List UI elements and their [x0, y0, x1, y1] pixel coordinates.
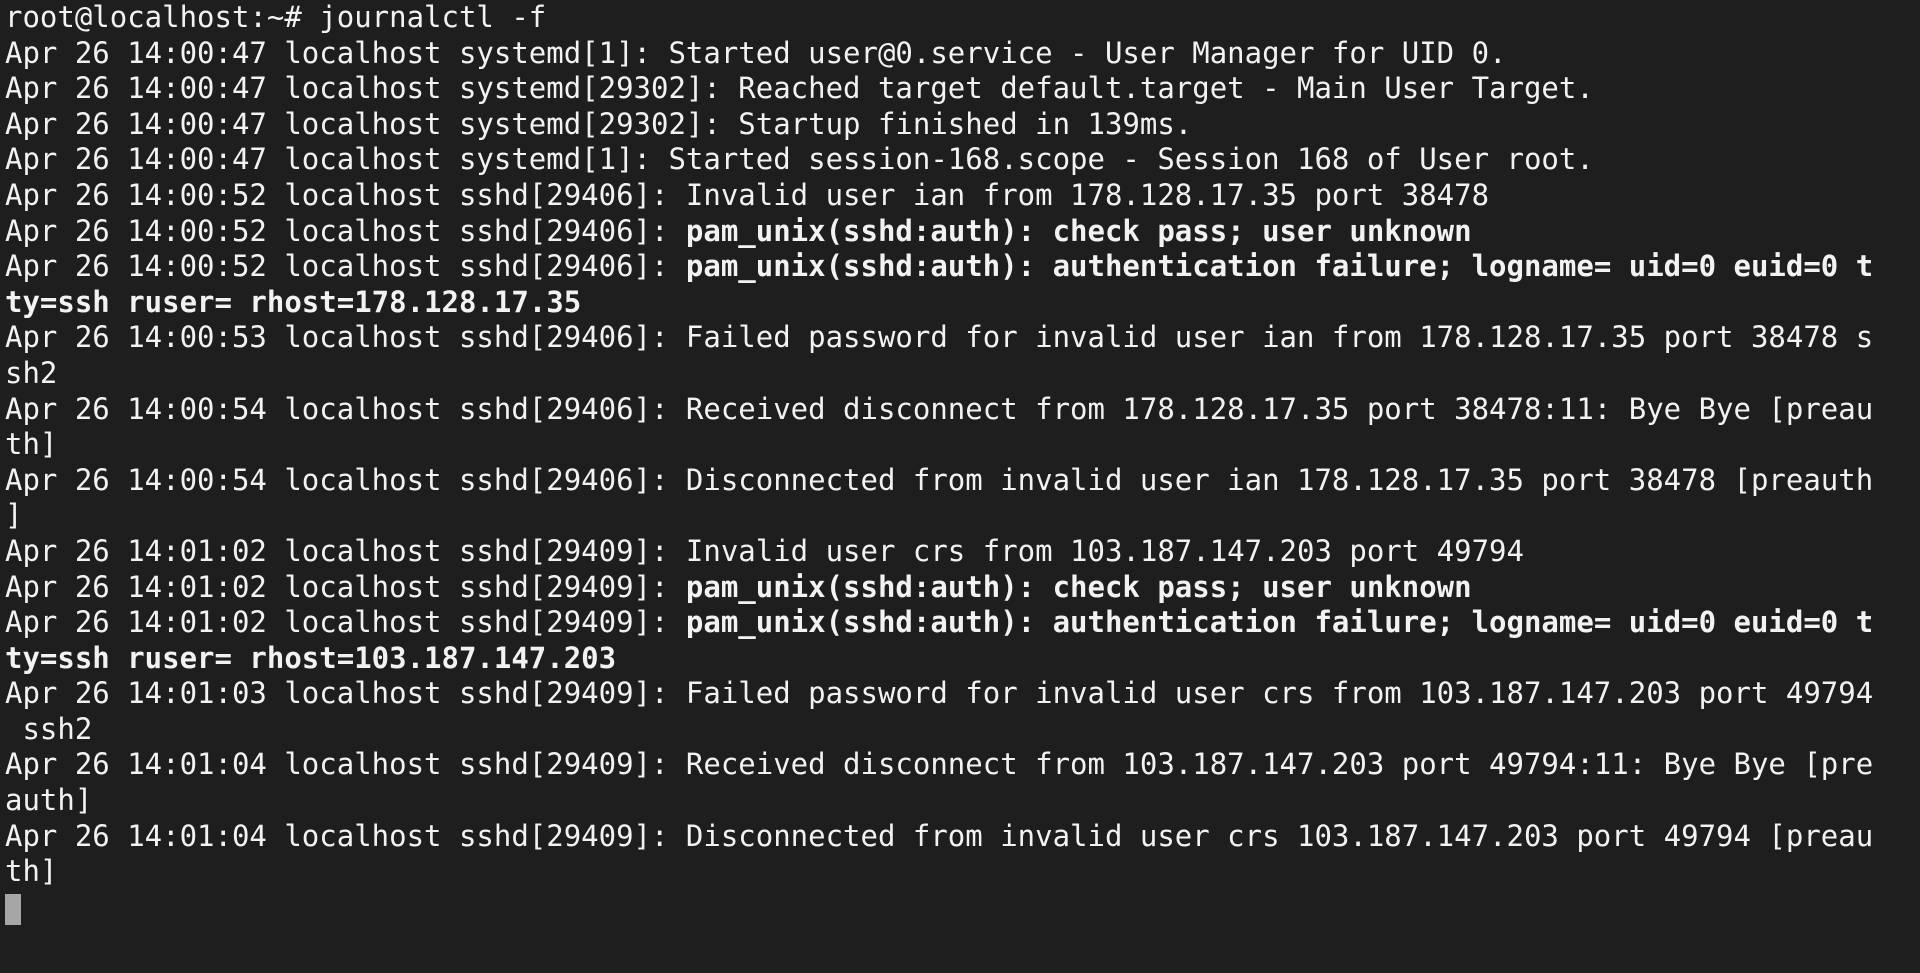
log-text-bold: pam_unix(sshd:auth): check pass; user un… — [685, 569, 1472, 604]
log-line: ty=ssh ruser= rhost=103.187.147.203 — [5, 641, 1920, 677]
log-text-bold: pam_unix(sshd:auth): authentication fail… — [685, 605, 1874, 640]
log-line: Apr 26 14:00:52 localhost sshd[29406]: p… — [5, 249, 1920, 285]
log-text: Apr 26 14:00:54 localhost sshd[29406]: R… — [5, 391, 1874, 426]
log-line: auth] — [5, 783, 1920, 819]
log-line: ssh2 — [5, 712, 1920, 748]
log-line: th] — [5, 854, 1920, 890]
log-text-bold: pam_unix(sshd:auth): check pass; user un… — [685, 213, 1472, 248]
cursor-line — [5, 890, 1920, 926]
log-text: Apr 26 14:00:52 localhost sshd[29406]: — [5, 213, 686, 248]
log-text: sh2 — [5, 355, 58, 390]
log-text-bold: pam_unix(sshd:auth): authentication fail… — [685, 249, 1874, 284]
log-text: Apr 26 14:00:52 localhost sshd[29406]: I… — [5, 177, 1490, 212]
log-line: ty=ssh ruser= rhost=178.128.17.35 — [5, 285, 1920, 321]
log-text: Apr 26 14:00:47 localhost systemd[1]: St… — [5, 35, 1507, 70]
log-line: Apr 26 14:01:04 localhost sshd[29409]: D… — [5, 819, 1920, 855]
log-line: Apr 26 14:00:47 localhost systemd[29302]… — [5, 71, 1920, 107]
log-text: ] — [5, 498, 23, 533]
log-text: Apr 26 14:00:54 localhost sshd[29406]: D… — [5, 462, 1874, 497]
log-line: sh2 — [5, 356, 1920, 392]
log-text: Apr 26 14:00:47 localhost systemd[1]: St… — [5, 142, 1594, 177]
log-text: auth] — [5, 783, 93, 818]
log-line: Apr 26 14:01:02 localhost sshd[29409]: I… — [5, 534, 1920, 570]
log-line: Apr 26 14:00:47 localhost systemd[29302]… — [5, 107, 1920, 143]
log-text: ssh2 — [5, 711, 93, 746]
log-line: Apr 26 14:00:52 localhost sshd[29406]: I… — [5, 178, 1920, 214]
log-output: Apr 26 14:00:47 localhost systemd[1]: St… — [5, 36, 1920, 890]
log-line: Apr 26 14:00:52 localhost sshd[29406]: p… — [5, 214, 1920, 250]
log-line: Apr 26 14:01:02 localhost sshd[29409]: p… — [5, 570, 1920, 606]
terminal-window[interactable]: root@localhost:~# journalctl -f Apr 26 1… — [0, 0, 1920, 973]
log-text-bold: ty=ssh ruser= rhost=103.187.147.203 — [5, 640, 617, 675]
log-text: Apr 26 14:01:03 localhost sshd[29409]: F… — [5, 676, 1874, 711]
log-line: Apr 26 14:01:03 localhost sshd[29409]: F… — [5, 676, 1920, 712]
text-cursor — [5, 893, 21, 926]
log-line: Apr 26 14:01:04 localhost sshd[29409]: R… — [5, 747, 1920, 783]
log-text: Apr 26 14:00:47 localhost systemd[29302]… — [5, 71, 1594, 106]
log-line: Apr 26 14:00:54 localhost sshd[29406]: D… — [5, 463, 1920, 499]
log-line: Apr 26 14:00:54 localhost sshd[29406]: R… — [5, 392, 1920, 428]
log-text: th] — [5, 854, 58, 889]
log-line: Apr 26 14:00:53 localhost sshd[29406]: F… — [5, 320, 1920, 356]
log-text: Apr 26 14:01:04 localhost sshd[29409]: D… — [5, 818, 1874, 853]
log-line: Apr 26 14:00:47 localhost systemd[1]: St… — [5, 36, 1920, 72]
log-text: Apr 26 14:00:53 localhost sshd[29406]: F… — [5, 320, 1874, 355]
log-text: Apr 26 14:01:02 localhost sshd[29409]: I… — [5, 533, 1524, 568]
log-line: Apr 26 14:01:02 localhost sshd[29409]: p… — [5, 605, 1920, 641]
log-text: Apr 26 14:01:04 localhost sshd[29409]: R… — [5, 747, 1874, 782]
log-text: Apr 26 14:00:47 localhost systemd[29302]… — [5, 106, 1193, 141]
log-line: Apr 26 14:00:47 localhost systemd[1]: St… — [5, 142, 1920, 178]
log-text-bold: ty=ssh ruser= rhost=178.128.17.35 — [5, 284, 582, 319]
log-text: Apr 26 14:01:02 localhost sshd[29409]: — [5, 605, 686, 640]
log-text: Apr 26 14:01:02 localhost sshd[29409]: — [5, 569, 686, 604]
log-line: th] — [5, 427, 1920, 463]
log-line: ] — [5, 498, 1920, 534]
log-text: th] — [5, 427, 58, 462]
log-text: Apr 26 14:00:52 localhost sshd[29406]: — [5, 249, 686, 284]
prompt-line: root@localhost:~# journalctl -f — [5, 0, 547, 34]
